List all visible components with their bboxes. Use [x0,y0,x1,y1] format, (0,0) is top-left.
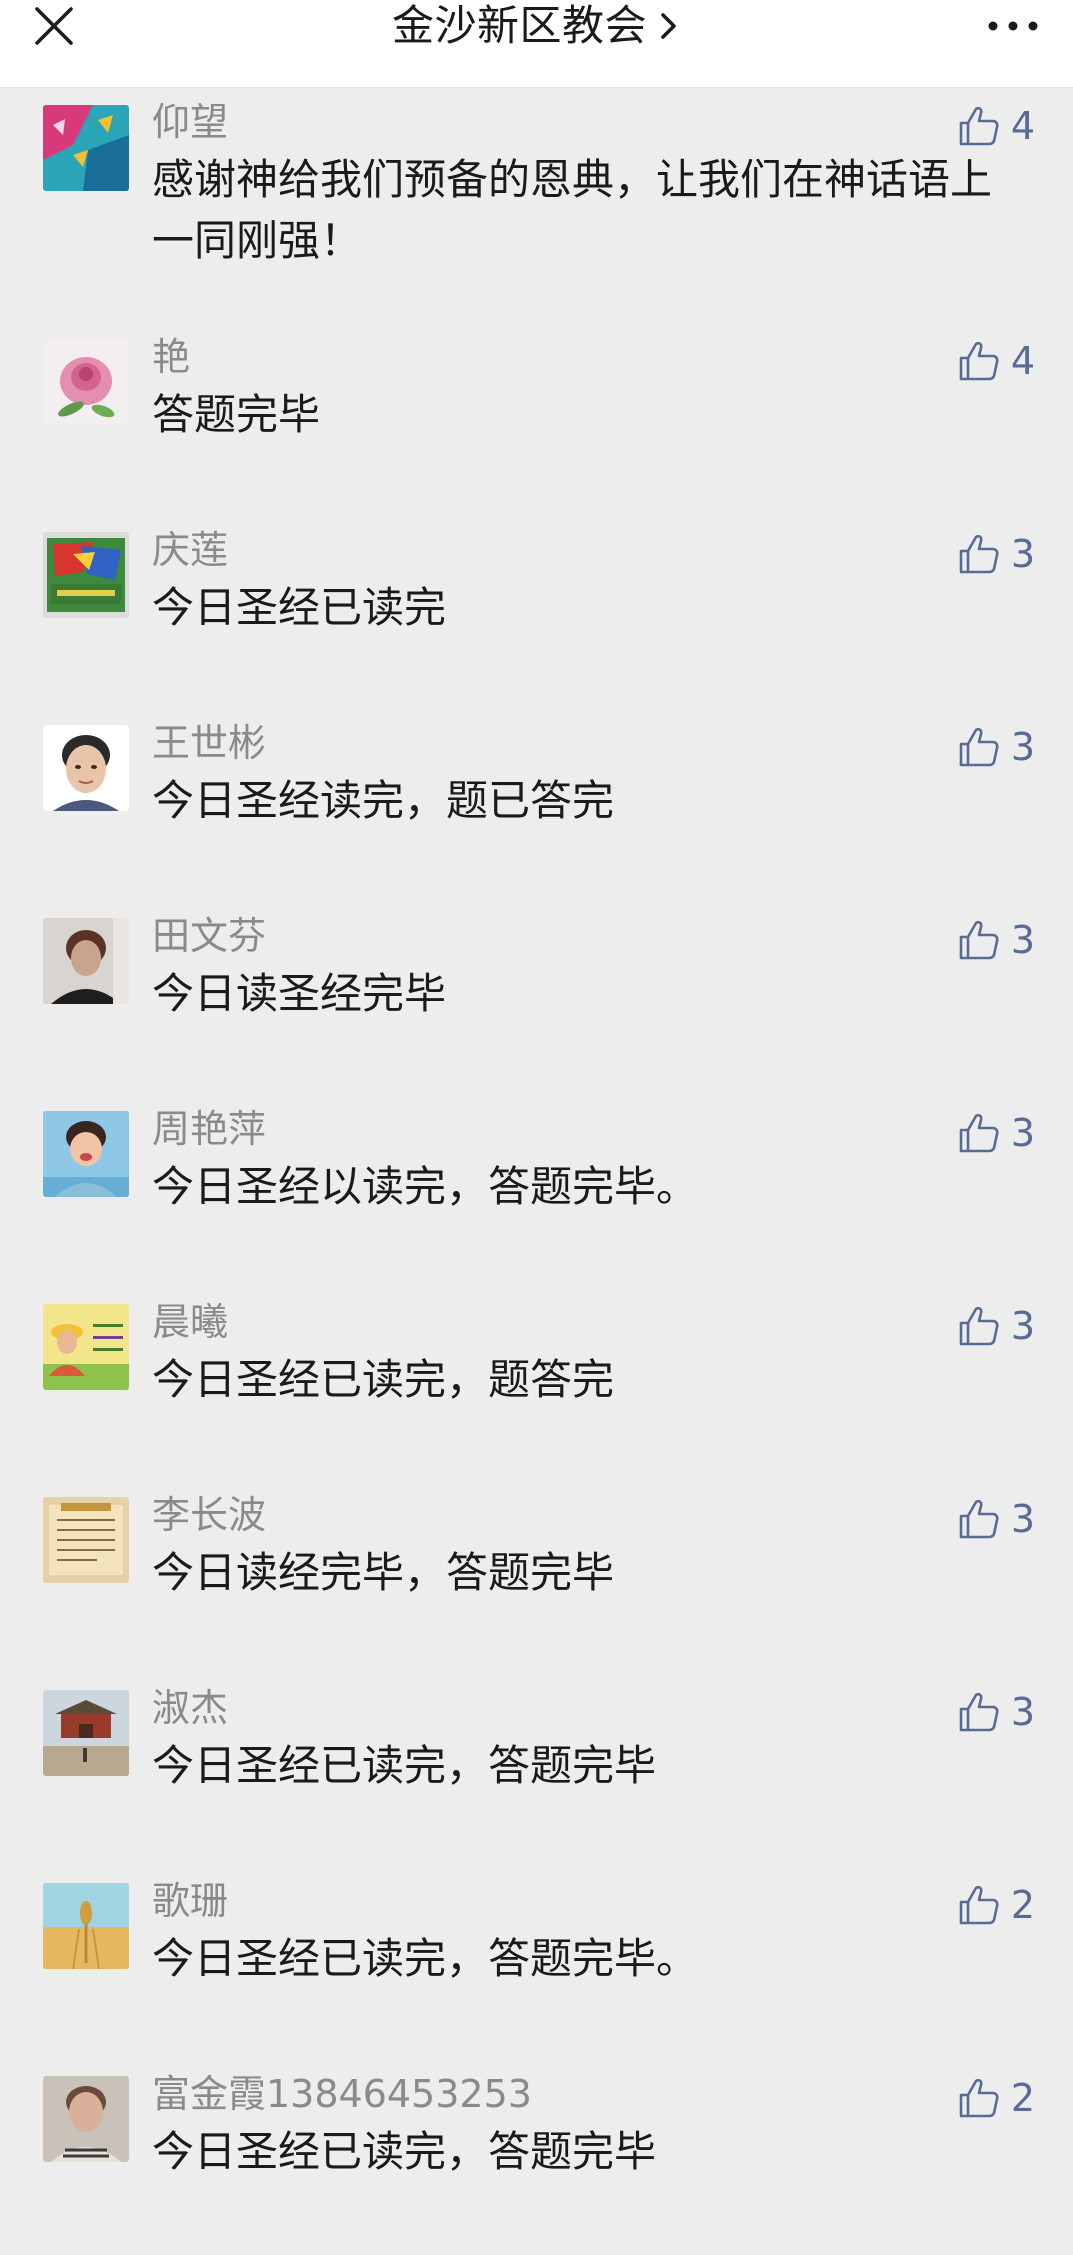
comment-author: 周艳萍 [152,1107,267,1151]
thumbs-up-icon [959,1499,999,1539]
comment-item: 晨曦 今日圣经已读完，题答完 3 [0,1290,1073,1483]
comment-item: 田文芬 今日读圣经完毕 3 [0,904,1073,1097]
like-count: 3 [1010,1111,1035,1155]
thumbs-up-icon [959,1306,999,1346]
avatar[interactable] [43,725,129,811]
comment-text: 今日圣经已读完 [152,583,447,632]
avatar[interactable] [43,918,129,1004]
comment-item: 富金霞13846453253 今日圣经已读完，答题完毕 2 [0,2062,1073,2255]
thumbs-up-icon [959,920,999,960]
like-count: 3 [1010,1304,1035,1348]
comment-author: 庆莲 [152,528,229,572]
thumbs-up-icon [959,1885,999,1925]
comment-item: 淑杰 今日圣经已读完，答题完毕 3 [0,1676,1073,1869]
thumbs-up-icon [959,534,999,574]
like-button[interactable]: 3 [957,1688,1035,1736]
like-button[interactable]: 2 [957,2074,1035,2122]
page-title: 金沙新区教会 [391,1,647,50]
avatar[interactable] [43,1111,129,1197]
like-count: 3 [1010,725,1035,769]
comment-text: 今日圣经已读完，题答完 [152,1355,615,1404]
chevron-right-icon [661,13,676,39]
like-button[interactable]: 4 [957,102,1035,150]
comment-text: 今日读经完毕，答题完毕 [152,1548,615,1597]
like-count: 2 [1010,1883,1035,1927]
like-count: 3 [1010,1497,1035,1541]
thumbs-up-icon [959,1113,999,1153]
comment-item: 仰望 感谢神给我们预备的恩典，让我们在神话语上一同刚强！ 4 [0,88,1073,325]
like-button[interactable]: 3 [957,1302,1035,1350]
top-navigation-bar: 金沙新区教会 [0,0,1073,88]
thumbs-up-icon [959,2078,999,2118]
avatar[interactable] [43,105,129,191]
avatar[interactable] [43,339,129,425]
avatar[interactable] [43,1690,129,1776]
comment-author: 艳 [152,335,191,379]
comment-text: 今日圣经已读完，答题完毕 [152,2127,657,2176]
comment-author: 富金霞13846453253 [152,2072,532,2116]
more-options-icon[interactable] [985,12,1041,40]
like-button[interactable]: 3 [957,530,1035,578]
comment-list: 仰望 感谢神给我们预备的恩典，让我们在神话语上一同刚强！ 4 艳 答题完毕 4 [0,88,1073,2255]
comment-text: 今日圣经读完，题已答完 [152,776,615,825]
like-button[interactable]: 3 [957,916,1035,964]
thumbs-up-icon [959,341,999,381]
comment-item: 李长波 今日读经完毕，答题完毕 3 [0,1483,1073,1676]
thumbs-up-icon [959,106,999,146]
comment-item: 歌珊 今日圣经已读完，答题完毕。 2 [0,1869,1073,2062]
comment-author: 晨曦 [152,1300,229,1344]
avatar[interactable] [43,1497,129,1583]
like-button[interactable]: 4 [957,337,1035,385]
avatar[interactable] [43,532,129,618]
like-count: 4 [1010,339,1035,383]
comment-item: 庆莲 今日圣经已读完 3 [0,518,1073,711]
comment-author: 田文芬 [152,914,267,958]
comment-author: 王世彬 [152,721,267,765]
account-title-link[interactable]: 金沙新区教会 [0,0,1073,52]
comment-text: 感谢神给我们预备的恩典，让我们在神话语上一同刚强！ [152,155,993,265]
like-count: 3 [1010,918,1035,962]
comment-item: 周艳萍 今日圣经以读完，答题完毕。 3 [0,1097,1073,1290]
comment-item: 艳 答题完毕 4 [0,325,1073,518]
comment-author: 李长波 [152,1493,267,1537]
comment-author: 歌珊 [152,1879,229,1923]
like-button[interactable]: 3 [957,1109,1035,1157]
thumbs-up-icon [959,727,999,767]
like-count: 4 [1010,104,1035,148]
like-button[interactable]: 3 [957,723,1035,771]
comment-author: 淑杰 [152,1686,229,1730]
like-button[interactable]: 3 [957,1495,1035,1543]
comment-text: 今日圣经以读完，答题完毕。 [152,1162,699,1211]
avatar[interactable] [43,2076,129,2162]
like-count: 2 [1010,2076,1035,2120]
like-count: 3 [1010,532,1035,576]
comment-text: 今日圣经已读完，答题完毕 [152,1741,657,1790]
comment-text: 今日圣经已读完，答题完毕。 [152,1934,699,1983]
avatar[interactable] [43,1883,129,1969]
like-button[interactable]: 2 [957,1881,1035,1929]
comment-author: 仰望 [152,100,229,144]
comment-text: 今日读圣经完毕 [152,969,447,1018]
thumbs-up-icon [959,1692,999,1732]
like-count: 3 [1010,1690,1035,1734]
avatar[interactable] [43,1304,129,1390]
comment-text: 答题完毕 [152,390,321,439]
comment-item: 王世彬 今日圣经读完，题已答完 3 [0,711,1073,904]
